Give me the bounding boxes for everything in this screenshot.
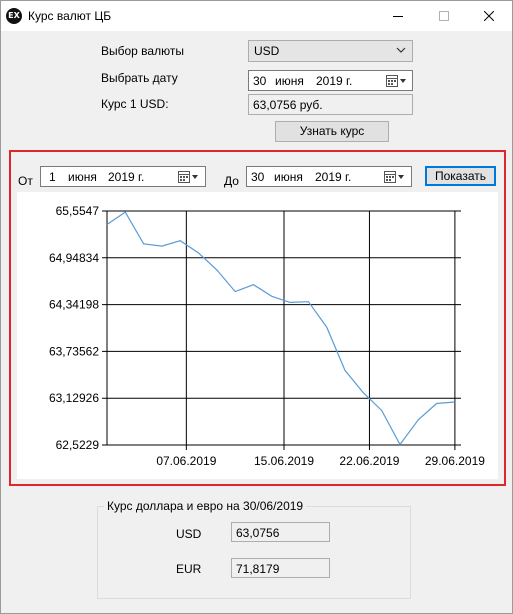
from-label: От bbox=[18, 174, 33, 188]
to-year: 2019 г. bbox=[315, 170, 352, 184]
data-point bbox=[216, 269, 218, 271]
to-month: июня bbox=[274, 170, 303, 184]
data-point bbox=[289, 301, 291, 303]
from-date-picker[interactable]: 1 июня 2019 г. bbox=[40, 166, 206, 187]
rate-series-line bbox=[106, 211, 455, 446]
data-point bbox=[198, 252, 200, 254]
data-point bbox=[381, 409, 383, 411]
summary-group bbox=[97, 506, 411, 599]
y-tick-label: 64,34198 bbox=[49, 298, 99, 312]
data-point bbox=[106, 223, 108, 225]
data-point bbox=[417, 419, 419, 421]
summary-title: Курс доллара и евро на 30/06/2019 bbox=[104, 499, 307, 513]
get-rate-button[interactable]: Узнать курс bbox=[275, 121, 389, 142]
title-bar[interactable]: EX Курс валют ЦБ bbox=[1, 1, 512, 31]
data-point bbox=[124, 211, 126, 213]
maximize-button[interactable] bbox=[421, 1, 467, 31]
chevron-down-icon bbox=[396, 47, 406, 53]
data-point bbox=[234, 291, 236, 293]
y-tick-label: 62,5229 bbox=[56, 438, 100, 452]
date-year: 2019 г. bbox=[316, 74, 353, 88]
window-title: Курс валют ЦБ bbox=[28, 9, 112, 23]
date-day: 30 bbox=[253, 74, 267, 88]
x-tick-label: 22.06.2019 bbox=[339, 454, 399, 468]
eur-value: 71,8179 bbox=[236, 562, 280, 576]
y-tick-label: 63,12926 bbox=[49, 391, 99, 405]
currency-label: Выбор валюты bbox=[101, 44, 184, 58]
data-point bbox=[454, 401, 456, 403]
app-window: EX Курс валют ЦБ Выбор валюты USD Выбрат… bbox=[0, 0, 513, 614]
date-month: июня bbox=[275, 74, 304, 88]
eur-label: EUR bbox=[176, 562, 202, 576]
date-label: Выбрать дату bbox=[101, 71, 178, 85]
y-tick-label: 63,73562 bbox=[49, 344, 99, 358]
data-point bbox=[436, 403, 438, 405]
rate-value: 63,0756 руб. bbox=[253, 98, 323, 112]
rate-line-chart: 65,5547 64,94834 64,34198 63,73562 63,12926 6… bbox=[49, 204, 485, 468]
to-date-picker[interactable]: 30 июня 2019 г. bbox=[246, 166, 412, 187]
usd-field: 63,0756 bbox=[231, 522, 330, 542]
x-tick-label: 29.06.2019 bbox=[425, 454, 485, 468]
close-icon bbox=[484, 11, 494, 21]
eur-field: 71,8179 bbox=[231, 558, 330, 578]
close-button[interactable] bbox=[466, 1, 512, 31]
data-point bbox=[252, 284, 254, 286]
from-day: 1 bbox=[49, 170, 56, 184]
rate-field: 63,0756 руб. bbox=[248, 94, 413, 115]
app-icon: EX bbox=[6, 8, 22, 24]
show-button[interactable]: Показать bbox=[425, 166, 496, 186]
currency-value: USD bbox=[254, 44, 280, 58]
date-picker[interactable]: 30 июня 2019 г. bbox=[248, 70, 413, 91]
calendar-dropdown-icon[interactable] bbox=[178, 170, 200, 184]
to-day: 30 bbox=[251, 170, 265, 184]
data-point bbox=[307, 301, 309, 303]
chart-area: 65,5547 64,94834 64,34198 63,73562 63,12926 6… bbox=[17, 192, 498, 479]
data-point bbox=[161, 245, 163, 247]
data-point bbox=[399, 443, 401, 445]
usd-value: 63,0756 bbox=[236, 526, 280, 540]
data-point bbox=[179, 240, 181, 242]
data-point bbox=[143, 243, 145, 245]
y-tick-label: 65,5547 bbox=[56, 204, 100, 218]
calendar-dropdown-icon[interactable] bbox=[384, 170, 406, 184]
y-tick-label: 64,94834 bbox=[49, 251, 99, 265]
data-point bbox=[326, 326, 328, 328]
from-year: 2019 г. bbox=[108, 170, 145, 184]
x-tick-label: 07.06.2019 bbox=[156, 454, 216, 468]
currency-select[interactable]: USD bbox=[248, 40, 413, 62]
data-point bbox=[271, 295, 273, 297]
data-point bbox=[362, 392, 364, 394]
usd-label: USD bbox=[176, 527, 202, 541]
rate-label: Курс 1 USD: bbox=[101, 97, 169, 111]
to-label: До bbox=[224, 174, 239, 188]
from-month: июня bbox=[68, 170, 97, 184]
calendar-dropdown-icon[interactable] bbox=[386, 74, 408, 88]
data-point bbox=[344, 369, 346, 371]
x-tick-label: 15.06.2019 bbox=[254, 454, 314, 468]
minimize-button[interactable] bbox=[375, 1, 421, 31]
